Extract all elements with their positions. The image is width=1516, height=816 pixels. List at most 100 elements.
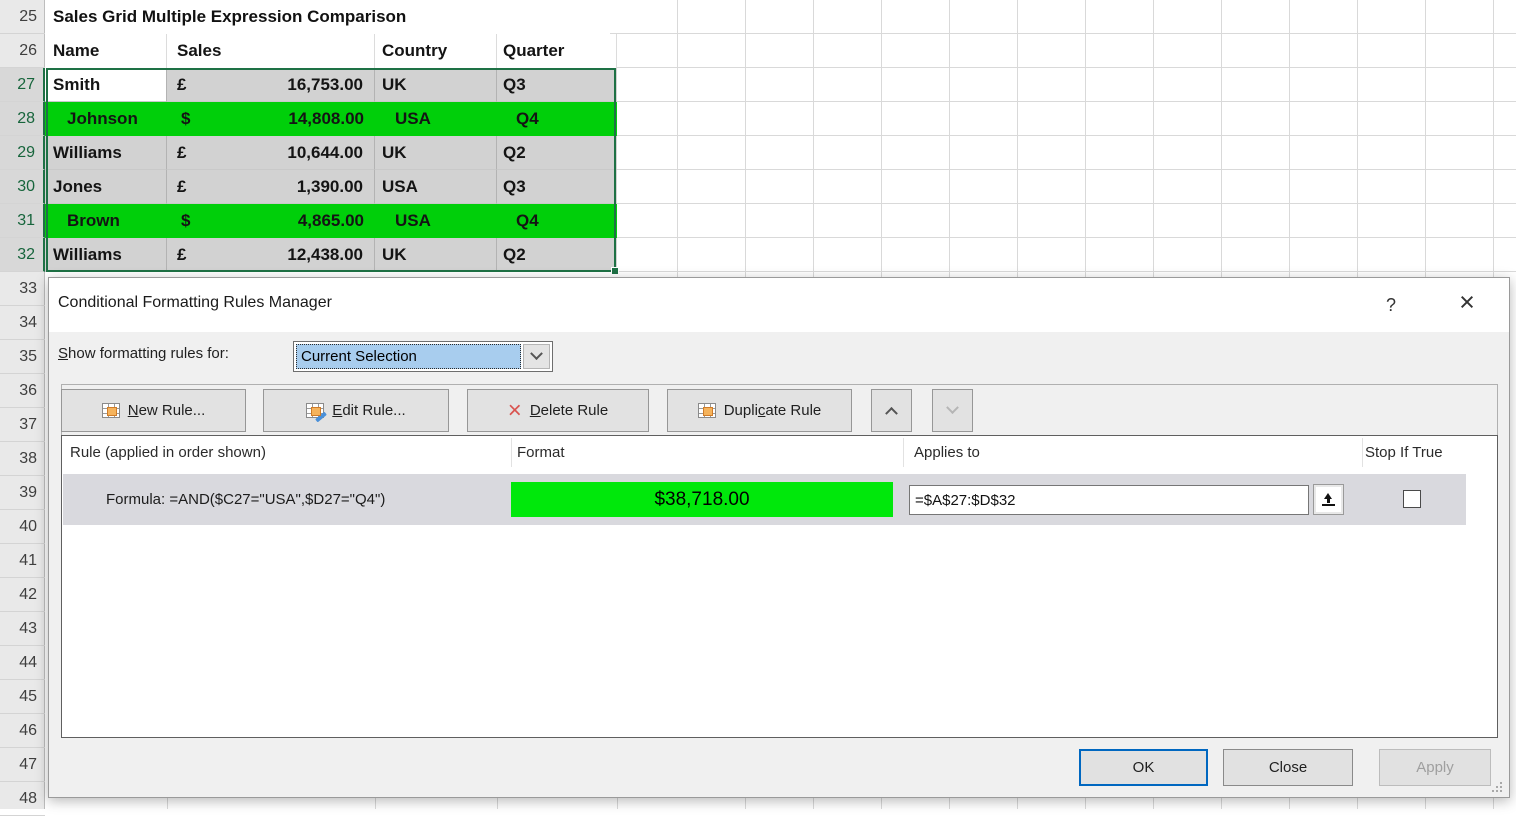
cell-country[interactable]: USA xyxy=(375,170,497,204)
row-number-41[interactable]: 41 xyxy=(0,544,45,578)
stop-if-true-column-header: Stop If True xyxy=(1365,436,1443,469)
stop-if-true-checkbox[interactable] xyxy=(1403,490,1421,508)
row-number-25[interactable]: 25 xyxy=(0,0,45,34)
table-row[interactable]: Brown $ 4,865.00 USA Q4 xyxy=(45,204,617,238)
dropdown-arrow-button[interactable] xyxy=(523,344,550,369)
currency-symbol: £ xyxy=(177,68,186,101)
cell-sales[interactable]: £ 10,644.00 xyxy=(167,136,375,170)
cell-name[interactable]: Smith xyxy=(45,68,167,102)
rule-row[interactable]: Formula: =AND($C27="USA",$D27="Q4") $38,… xyxy=(63,474,1466,525)
row-number-28[interactable]: 28 xyxy=(0,102,45,136)
chevron-up-icon xyxy=(885,407,898,420)
row-number-34[interactable]: 34 xyxy=(0,306,45,340)
row-number-27[interactable]: 27 xyxy=(0,68,45,102)
row-number-38[interactable]: 38 xyxy=(0,442,45,476)
cell-sales[interactable]: $ 4,865.00 xyxy=(167,204,375,238)
show-rules-label: Show formatting rules for: xyxy=(58,345,229,362)
duplicate-rule-label: Duplicate Rule xyxy=(724,402,822,419)
cell-name[interactable]: Brown xyxy=(45,204,167,238)
edit-rule-label: Edit Rule... xyxy=(332,402,405,419)
ok-button[interactable]: OK xyxy=(1079,749,1208,786)
row-number-39[interactable]: 39 xyxy=(0,476,45,510)
row-number-45[interactable]: 45 xyxy=(0,680,45,714)
empty-cells-grid xyxy=(610,0,1516,277)
table-row[interactable]: Johnson $ 14,808.00 USA Q4 xyxy=(45,102,617,136)
row-number-31[interactable]: 31 xyxy=(0,204,45,238)
row-number-43[interactable]: 43 xyxy=(0,612,45,646)
row-number-35[interactable]: 35 xyxy=(0,340,45,374)
row-number-33[interactable]: 33 xyxy=(0,272,45,306)
row-number-47[interactable]: 47 xyxy=(0,748,45,782)
edit-rule-table-icon xyxy=(306,403,324,418)
new-rule-table-icon xyxy=(102,403,120,418)
column-header-country[interactable]: Country xyxy=(375,34,497,68)
cell-sales[interactable]: £ 12,438.00 xyxy=(167,238,375,272)
row-number-48[interactable]: 48 xyxy=(0,782,45,816)
show-rules-dropdown[interactable]: Current Selection xyxy=(293,341,553,372)
cell-country[interactable]: UK xyxy=(375,68,497,102)
cell-sales[interactable]: £ 1,390.00 xyxy=(167,170,375,204)
show-rules-selected-value: Current Selection xyxy=(296,344,521,369)
cell-sales[interactable]: $ 14,808.00 xyxy=(167,102,375,136)
cell-name[interactable]: Johnson xyxy=(45,102,167,136)
duplicate-rule-button[interactable]: Duplicate Rule xyxy=(667,389,852,432)
amount-value: 4,865.00 xyxy=(298,204,364,238)
row-number-32[interactable]: 32 xyxy=(0,238,45,272)
table-row[interactable]: Jones £ 1,390.00 USA Q3 xyxy=(45,170,617,204)
currency-symbol: £ xyxy=(177,238,186,271)
cell-sales[interactable]: £ 16,753.00 xyxy=(167,68,375,102)
collapse-dialog-button[interactable] xyxy=(1313,484,1344,515)
close-button[interactable]: Close xyxy=(1223,749,1353,786)
cell-name[interactable]: Williams xyxy=(45,136,167,170)
column-header-name[interactable]: Name xyxy=(45,34,167,68)
row-number-29[interactable]: 29 xyxy=(0,136,45,170)
resize-grip[interactable] xyxy=(1490,780,1502,792)
delete-rule-button[interactable]: × Delete Rule xyxy=(467,389,649,432)
rule-formula: Formula: =AND($C27="USA",$D27="Q4") xyxy=(106,474,385,525)
cell-country[interactable]: UK xyxy=(375,238,497,272)
sheet-title-cell[interactable]: Sales Grid Multiple Expression Compariso… xyxy=(53,0,406,34)
row-number-30[interactable]: 30 xyxy=(0,170,45,204)
row-number-46[interactable]: 46 xyxy=(0,714,45,748)
excel-sheet: 2526272829303132333435363738394041424344… xyxy=(0,0,1516,809)
rules-list: Rule (applied in order shown) Format App… xyxy=(61,435,1498,738)
row-number-36[interactable]: 36 xyxy=(0,374,45,408)
applies-to-input[interactable] xyxy=(909,485,1309,515)
currency-symbol: $ xyxy=(181,102,190,136)
cell-quarter[interactable]: Q3 xyxy=(497,170,617,204)
cell-name[interactable]: Jones xyxy=(45,170,167,204)
row-number-40[interactable]: 40 xyxy=(0,510,45,544)
help-icon[interactable]: ? xyxy=(1379,290,1403,320)
amount-value: 12,438.00 xyxy=(287,238,363,271)
row-number-42[interactable]: 42 xyxy=(0,578,45,612)
cell-country[interactable]: USA xyxy=(375,204,497,238)
row-header-column[interactable]: 2526272829303132333435363738394041424344… xyxy=(0,0,45,809)
row-number-26[interactable]: 26 xyxy=(0,34,45,68)
new-rule-label: New Rule... xyxy=(128,402,206,419)
amount-value: 14,808.00 xyxy=(288,102,364,136)
close-icon[interactable]: × xyxy=(1452,286,1482,320)
rule-format-preview: $38,718.00 xyxy=(511,482,893,517)
row-number-44[interactable]: 44 xyxy=(0,646,45,680)
cell-country[interactable]: UK xyxy=(375,136,497,170)
cell-quarter[interactable]: Q2 xyxy=(497,238,617,272)
edit-rule-button[interactable]: Edit Rule... xyxy=(263,389,449,432)
new-rule-button[interactable]: New Rule... xyxy=(61,389,246,432)
table-row[interactable]: Williams £ 12,438.00 UK Q2 xyxy=(45,238,617,272)
move-rule-down-button[interactable] xyxy=(932,389,973,432)
move-rule-up-button[interactable] xyxy=(871,389,912,432)
column-header-sales[interactable]: Sales xyxy=(167,34,375,68)
cell-country[interactable]: USA xyxy=(375,102,497,136)
row-number-37[interactable]: 37 xyxy=(0,408,45,442)
cell-quarter[interactable]: Q3 xyxy=(497,68,617,102)
cell-name[interactable]: Williams xyxy=(45,238,167,272)
cell-quarter[interactable]: Q4 xyxy=(497,102,617,136)
delete-rule-label: Delete Rule xyxy=(530,402,608,419)
apply-button[interactable]: Apply xyxy=(1379,749,1491,786)
table-row[interactable]: Williams £ 10,644.00 UK Q2 xyxy=(45,136,617,170)
cell-quarter[interactable]: Q4 xyxy=(497,204,617,238)
cell-quarter[interactable]: Q2 xyxy=(497,136,617,170)
column-header-quarter[interactable]: Quarter xyxy=(497,34,617,68)
rule-column-header: Rule (applied in order shown) xyxy=(70,436,266,469)
table-row[interactable]: Smith £ 16,753.00 UK Q3 xyxy=(45,68,617,102)
